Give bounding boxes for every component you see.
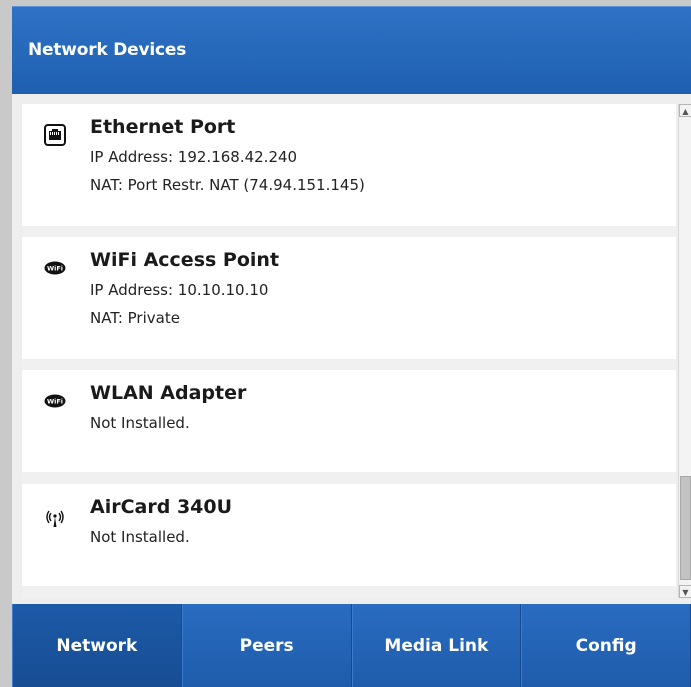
scroll-up-button[interactable]: ▲ xyxy=(679,104,691,117)
window-title: Network Devices xyxy=(28,40,187,60)
scroll-thumb[interactable] xyxy=(680,476,691,580)
content-area: Ethernet Port IP Address: 192.168.42.240… xyxy=(12,94,691,604)
device-item-aircard-340u[interactable]: AirCard 340U Not Installed. xyxy=(22,484,676,586)
wifi-icon: WiFi xyxy=(44,257,66,279)
tab-media-link[interactable]: Media Link xyxy=(351,604,522,687)
tab-network[interactable]: Network xyxy=(12,604,182,687)
ethernet-port-icon xyxy=(44,124,66,146)
bottom-tab-bar: Network Peers Media Link Config xyxy=(12,604,691,687)
device-item-ethernet-port[interactable]: Ethernet Port IP Address: 192.168.42.240… xyxy=(22,104,676,226)
window-header: Network Devices xyxy=(12,6,691,94)
device-list[interactable]: Ethernet Port IP Address: 192.168.42.240… xyxy=(22,104,676,598)
device-nat: NAT: Port Restr. NAT (74.94.151.145) xyxy=(90,176,365,194)
scroll-down-button[interactable]: ▼ xyxy=(679,585,691,598)
device-ip-address: IP Address: 10.10.10.10 xyxy=(90,281,269,299)
cellular-antenna-icon xyxy=(44,508,66,530)
device-item-wlan-adapter[interactable]: WiFi WLAN Adapter Not Installed. xyxy=(22,370,676,472)
device-title: WiFi Access Point xyxy=(90,249,280,271)
tab-peers[interactable]: Peers xyxy=(181,604,352,687)
device-status: Not Installed. xyxy=(90,528,190,546)
network-devices-window: Network Devices Ethernet Port IP Address… xyxy=(0,0,691,687)
device-title: Ethernet Port xyxy=(90,116,236,138)
tab-config[interactable]: Config xyxy=(521,604,691,687)
wifi-icon: WiFi xyxy=(44,390,66,412)
device-status: Not Installed. xyxy=(90,414,190,432)
device-nat: NAT: Private xyxy=(90,309,180,327)
device-item-wifi-access-point[interactable]: WiFi WiFi Access Point IP Address: 10.10… xyxy=(22,237,676,359)
device-title: AirCard 340U xyxy=(90,496,233,518)
svg-text:WiFi: WiFi xyxy=(47,398,63,406)
device-title: WLAN Adapter xyxy=(90,382,247,404)
svg-text:WiFi: WiFi xyxy=(47,265,63,273)
device-ip-address: IP Address: 192.168.42.240 xyxy=(90,148,298,166)
vertical-scrollbar[interactable]: ▲ ▼ xyxy=(678,104,691,598)
